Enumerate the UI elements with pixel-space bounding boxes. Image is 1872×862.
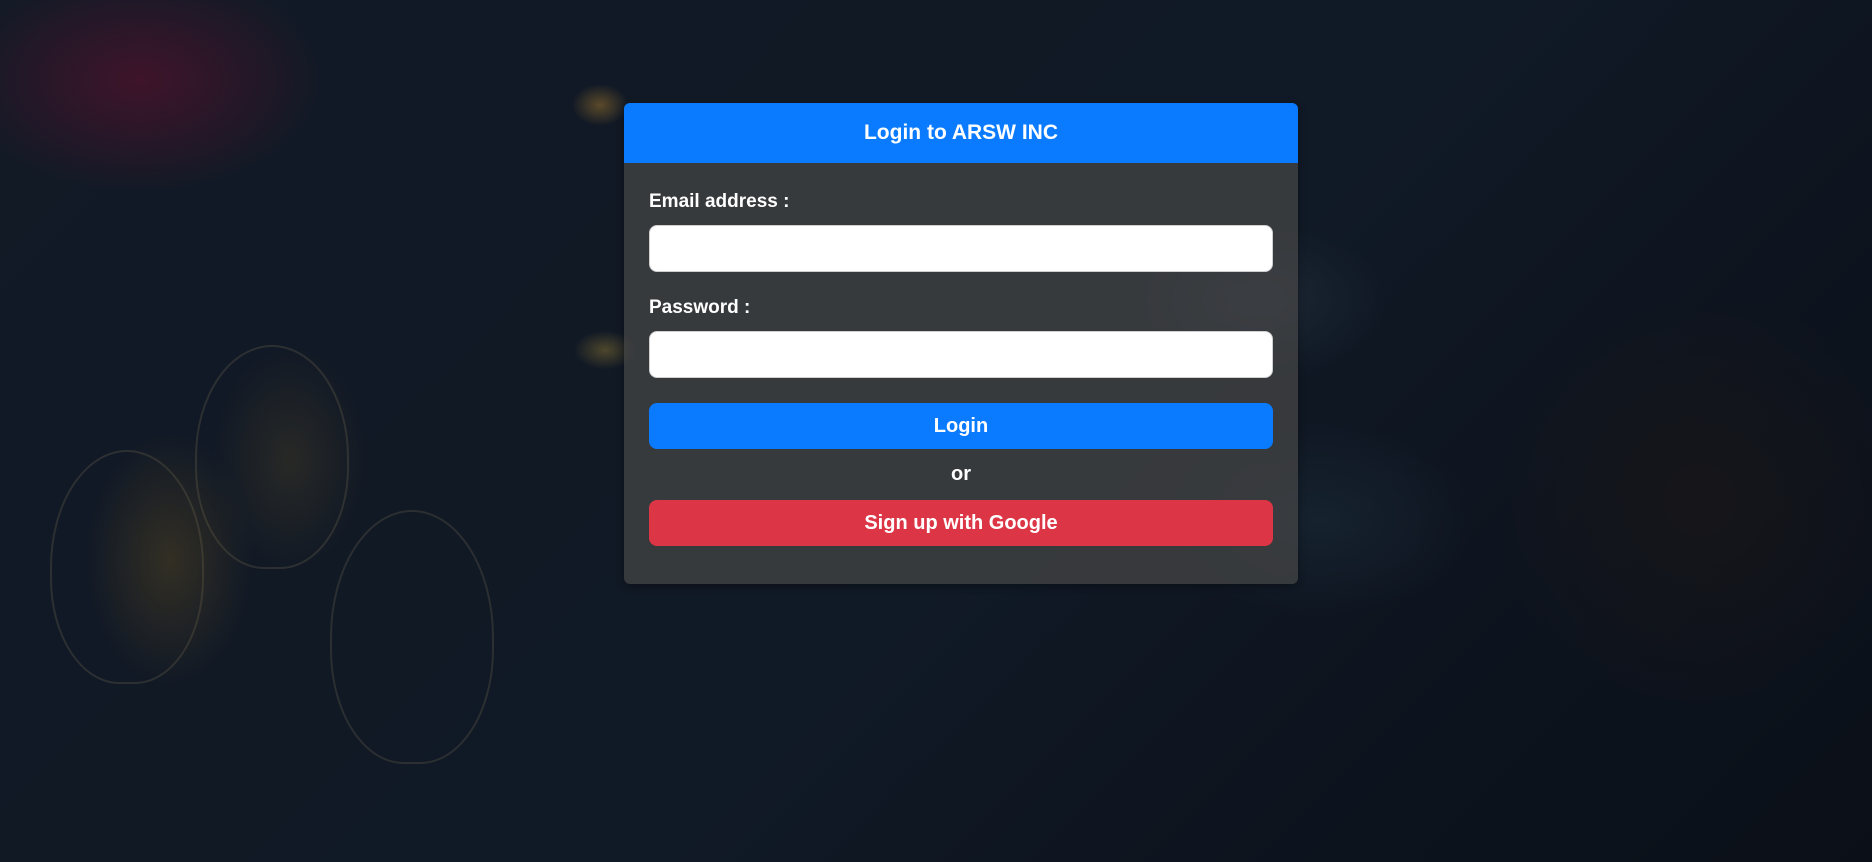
- login-button[interactable]: Login: [649, 403, 1273, 449]
- login-page: Login to ARSW INC Email address : Passwo…: [0, 0, 1872, 862]
- google-signup-button[interactable]: Sign up with Google: [649, 500, 1273, 546]
- email-label: Email address :: [649, 191, 790, 212]
- background-glass-decoration: [195, 345, 349, 569]
- login-card-title: Login to ARSW INC: [624, 103, 1298, 163]
- login-form: Email address : Password : Login or Sign…: [624, 163, 1298, 546]
- background-glass-decoration: [330, 510, 494, 764]
- login-card: Login to ARSW INC Email address : Passwo…: [624, 103, 1298, 584]
- or-separator: or: [951, 463, 971, 485]
- password-label: Password :: [649, 297, 751, 318]
- background-glass-decoration: [50, 450, 204, 684]
- email-field[interactable]: [649, 225, 1273, 272]
- password-field[interactable]: [649, 331, 1273, 378]
